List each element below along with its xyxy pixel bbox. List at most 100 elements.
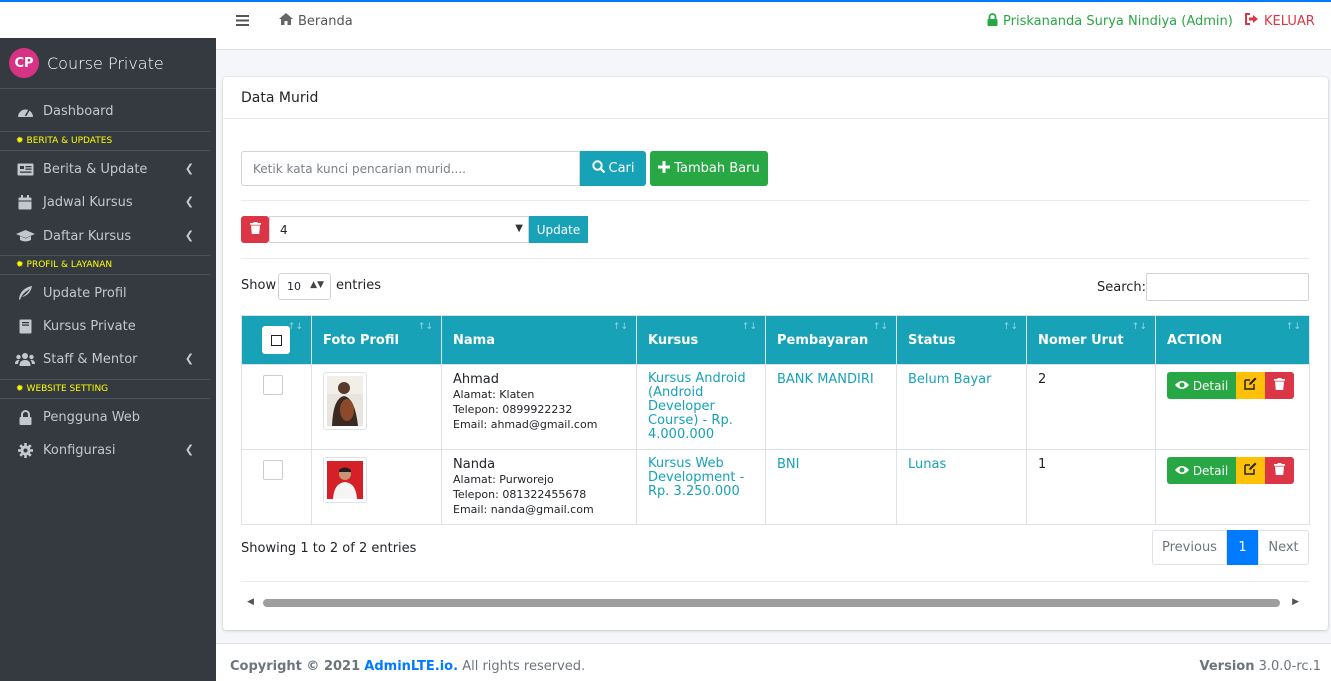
brand-name: Course Private	[47, 53, 164, 73]
student-phone: Telepon: 081322455678	[453, 488, 587, 501]
column-header[interactable]: Foto Profil ↑↓	[311, 315, 442, 365]
sidebar-item-staff-mentor[interactable]: Staff & Mentor ❮	[0, 344, 216, 374]
chevron-left-icon: ❮	[184, 443, 194, 456]
sidebar-item-label: Jadwal Kursus	[43, 194, 133, 210]
sidebar-item-berita[interactable]: Berita & Update ❮	[0, 154, 216, 184]
chevron-left-icon: ❮	[184, 229, 194, 242]
scrollbar-thumb[interactable]	[263, 599, 1280, 607]
sidebar-item-jadwal[interactable]: Jadwal Kursus ❮	[0, 187, 216, 217]
logout-link[interactable]: KELUAR	[1245, 13, 1315, 29]
photo-cell	[311, 449, 442, 525]
scroll-right-icon[interactable]: ▶	[1292, 597, 1299, 607]
divider	[241, 581, 1309, 582]
sidebar-item-konfigurasi[interactable]: Konfigurasi ❮	[0, 435, 216, 465]
student-address: Alamat: Purworejo	[453, 473, 554, 486]
column-header[interactable]: Pembayaran ↑↓	[765, 315, 897, 365]
search-label: Search:	[1097, 280, 1147, 295]
select-all-checkbox[interactable]	[262, 326, 290, 354]
calendar-icon	[15, 194, 35, 210]
column-header[interactable]: Nomer Urut ↑↓	[1026, 315, 1156, 365]
column-header[interactable]: ACTION ↑↓	[1155, 315, 1310, 365]
sidebar-header-website: ✹ WEBSITE SETTING	[0, 379, 210, 399]
sidebar-item-label: Konfigurasi	[43, 442, 116, 458]
table-row: Nanda Alamat: Purworejo Telepon: 0813224…	[241, 449, 1310, 525]
sidebar-item-dashboard[interactable]: Dashboard	[0, 96, 216, 126]
sidebar-item-update-profil[interactable]: Update Profil	[0, 278, 216, 308]
sidebar-item-label: Pengguna Web	[43, 409, 141, 425]
student-email: Email: nanda@gmail.com	[453, 503, 594, 516]
page-length-select[interactable]: 10 ▲▼	[278, 273, 331, 300]
logout-label: KELUAR	[1264, 13, 1315, 29]
page-1-button[interactable]: 1	[1227, 530, 1258, 565]
student-phone: Telepon: 0899922232	[453, 403, 573, 416]
detail-button[interactable]: Detail	[1167, 457, 1236, 484]
card-divider	[223, 118, 1328, 119]
table-search-input[interactable]	[1146, 273, 1309, 301]
student-email: Email: ahmad@gmail.com	[453, 418, 598, 431]
update-button[interactable]: Update	[529, 216, 588, 243]
row-checkbox[interactable]	[263, 460, 283, 480]
sidebar-item-daftar-kursus[interactable]: Daftar Kursus ❮	[0, 221, 216, 251]
sidebar-item-label: Daftar Kursus	[43, 228, 132, 244]
action-cell: Detail	[1155, 364, 1310, 450]
payment-cell[interactable]: BANK MANDIRI	[765, 364, 897, 450]
chevron-down-icon: ▼	[515, 223, 523, 234]
bars-icon[interactable]	[236, 12, 249, 30]
row-checkbox[interactable]	[263, 375, 283, 395]
trash-icon	[1274, 462, 1285, 479]
sidebar-item-label: Dashboard	[43, 103, 114, 119]
course-cell[interactable]: Kursus Web Development - Rp. 3.250.000	[636, 449, 766, 525]
select-all-header[interactable]: ↑↓	[241, 315, 312, 365]
photo-cell	[311, 364, 442, 450]
next-button[interactable]: Next	[1258, 530, 1309, 565]
chevron-left-icon: ❮	[184, 352, 194, 365]
avatar[interactable]	[323, 372, 367, 430]
status-cell[interactable]: Belum Bayar	[896, 364, 1027, 450]
search-input[interactable]	[241, 151, 580, 186]
column-header[interactable]: Status ↑↓	[896, 315, 1027, 365]
delete-button[interactable]	[1265, 372, 1294, 399]
sidebar-header-berita: ✹ BERITA & UPDATES	[0, 131, 210, 151]
sign-out-icon	[1245, 13, 1259, 29]
bulk-delete-button[interactable]	[241, 216, 269, 243]
horizontal-scrollbar[interactable]: ◀ ▶	[247, 597, 1299, 609]
table-info: Showing 1 to 2 of 2 entries	[241, 541, 417, 556]
status-cell[interactable]: Lunas	[896, 449, 1027, 525]
sidebar-item-label: Berita & Update	[43, 161, 148, 177]
edit-icon	[1244, 462, 1257, 479]
delete-button[interactable]	[1265, 457, 1294, 484]
sidebar-item-pengguna-web[interactable]: Pengguna Web	[0, 402, 216, 432]
cari-button[interactable]: Cari	[580, 151, 646, 186]
users-icon	[15, 352, 35, 366]
course-cell[interactable]: Kursus Android (Android Developer Course…	[636, 364, 766, 450]
sun-icon: ✹	[16, 260, 24, 270]
user-link[interactable]: Priskananda Surya Nindiya (Admin)	[987, 13, 1233, 30]
tambah-baru-button[interactable]: Tambah Baru	[650, 151, 768, 186]
previous-button[interactable]: Previous	[1152, 530, 1227, 565]
column-header[interactable]: Kursus ↑↓	[636, 315, 766, 365]
payment-cell[interactable]: BNI	[765, 449, 897, 525]
user-label: Priskananda Surya Nindiya (Admin)	[1003, 14, 1233, 29]
divider	[241, 258, 1309, 259]
edit-button[interactable]	[1236, 457, 1265, 484]
brand-link[interactable]: CP Course Private	[0, 38, 216, 89]
avatar[interactable]	[323, 457, 367, 503]
bulk-action-select[interactable]: 4 ▼	[269, 216, 529, 243]
sort-icon: ↑↓	[872, 322, 888, 332]
scroll-left-icon[interactable]: ◀	[247, 597, 254, 607]
copyright: Copyright © 2021 AdminLTE.io. All rights…	[230, 659, 586, 674]
column-header[interactable]: Nama ↑↓	[441, 315, 637, 365]
student-address: Alamat: Klaten	[453, 388, 535, 401]
student-name: Nanda	[453, 457, 496, 472]
entries-label: entries	[336, 278, 382, 293]
home-link[interactable]: Beranda	[279, 13, 353, 29]
sidebar-item-kursus-private[interactable]: Kursus Private	[0, 311, 216, 341]
row-select-cell	[241, 364, 312, 450]
trash-icon	[249, 221, 261, 238]
detail-button[interactable]: Detail	[1167, 372, 1236, 399]
sun-icon: ✹	[16, 136, 24, 146]
adminlte-link[interactable]: AdminLTE.io.	[364, 659, 458, 674]
home-label: Beranda	[298, 13, 353, 29]
edit-button[interactable]	[1236, 372, 1265, 399]
name-cell: Ahmad Alamat: Klaten Telepon: 0899922232…	[441, 364, 637, 450]
